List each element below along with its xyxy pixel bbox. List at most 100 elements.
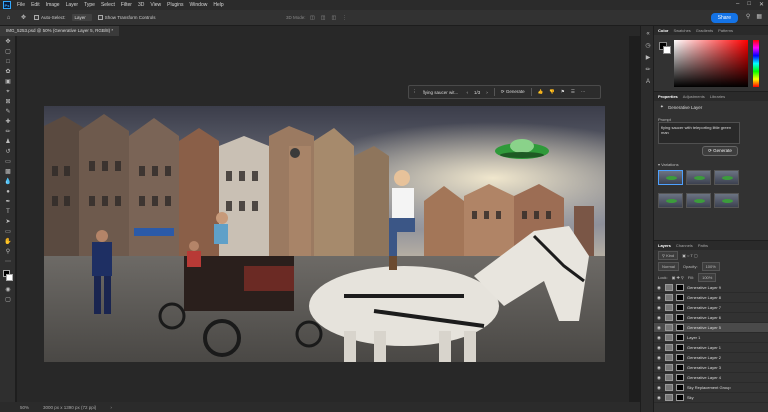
tab-properties[interactable]: Properties bbox=[658, 94, 678, 99]
menu-select[interactable]: Select bbox=[98, 2, 118, 8]
generate-button-panel[interactable]: ⟳ Generate bbox=[702, 146, 738, 156]
menu-help[interactable]: Help bbox=[210, 2, 226, 8]
variation-thumbnail[interactable] bbox=[686, 193, 711, 208]
layer-row[interactable]: ◉ Generative Layer 1 bbox=[654, 343, 768, 353]
visibility-eye-icon[interactable]: ◉ bbox=[657, 295, 662, 301]
visibility-eye-icon[interactable]: ◉ bbox=[657, 395, 662, 401]
layer-row[interactable]: ◉ Layer 1 bbox=[654, 333, 768, 343]
transform-controls-checkbox[interactable] bbox=[97, 15, 103, 20]
opacity-field[interactable]: 100% bbox=[701, 262, 720, 271]
type-tool-icon[interactable]: T bbox=[3, 208, 13, 216]
visibility-eye-icon[interactable]: ◉ bbox=[657, 305, 662, 311]
eraser-tool-icon[interactable]: ▭ bbox=[3, 158, 13, 166]
prompt-textarea[interactable]: flying saucer with teleporting little gr… bbox=[658, 122, 740, 144]
search-icon[interactable]: ⚲ bbox=[746, 13, 750, 20]
menu-edit[interactable]: Edit bbox=[28, 2, 43, 8]
shape-tool-icon[interactable]: ▭ bbox=[3, 228, 13, 236]
lock-icons[interactable]: ▣ ✚ ⚲ bbox=[672, 275, 684, 280]
kind-filter-dropdown[interactable]: ⚲ Kind bbox=[658, 251, 679, 260]
layer-row[interactable]: ◉ Sky Replacement Group bbox=[654, 383, 768, 393]
tab-layers[interactable]: Layers bbox=[658, 243, 671, 248]
move-tool-icon[interactable]: ✥ bbox=[3, 38, 13, 46]
layer-row[interactable]: ◉ Sky bbox=[654, 393, 768, 403]
history-brush-icon[interactable]: ↺ bbox=[3, 148, 13, 156]
align-left-icon[interactable]: ◫ bbox=[310, 15, 315, 21]
variation-thumbnail[interactable] bbox=[714, 170, 739, 185]
flag-icon[interactable]: ⚑ bbox=[561, 89, 565, 95]
visibility-eye-icon[interactable]: ◉ bbox=[657, 375, 662, 381]
tab-adjustments[interactable]: Adjustments bbox=[683, 94, 705, 99]
color-picker-field[interactable] bbox=[674, 40, 748, 87]
visibility-eye-icon[interactable]: ◉ bbox=[657, 325, 662, 331]
tab-paths[interactable]: Paths bbox=[698, 243, 708, 248]
marquee-tool-icon[interactable]: □ bbox=[3, 58, 13, 66]
visibility-eye-icon[interactable]: ◉ bbox=[657, 365, 662, 371]
menu-plugins[interactable]: Plugins bbox=[164, 2, 186, 8]
visibility-eye-icon[interactable]: ◉ bbox=[657, 355, 662, 361]
zoom-tool-icon[interactable]: ⚲ bbox=[3, 248, 13, 256]
thumbs-down-icon[interactable]: 👎 bbox=[549, 89, 555, 95]
share-button[interactable]: Share bbox=[710, 13, 738, 23]
prompt-field[interactable]: flying saucer wit... bbox=[423, 90, 461, 95]
gradient-tool-icon[interactable]: ▩ bbox=[3, 168, 13, 176]
frame-tool-icon[interactable]: ⊠ bbox=[3, 98, 13, 106]
settings-icon[interactable]: ☰ bbox=[571, 89, 575, 95]
move-tool-icon[interactable]: ✥ bbox=[19, 14, 28, 21]
variation-thumbnail[interactable] bbox=[686, 170, 711, 185]
workspace-icon[interactable]: ▦ bbox=[756, 13, 762, 20]
path-select-icon[interactable]: ➤ bbox=[3, 218, 13, 226]
layer-row[interactable]: ◉ Generative Layer 9 bbox=[654, 283, 768, 293]
eyedropper-tool-icon[interactable]: ✎ bbox=[3, 108, 13, 116]
screen-mode-icon[interactable]: ▢ bbox=[3, 296, 13, 304]
menu-file[interactable]: File bbox=[14, 2, 28, 8]
tab-patterns[interactable]: Patterns bbox=[718, 28, 733, 33]
variation-thumbnail[interactable] bbox=[714, 193, 739, 208]
color-swatches-tool[interactable] bbox=[0, 268, 15, 284]
previous-variation-icon[interactable]: ‹ bbox=[467, 90, 469, 95]
drag-handle-icon[interactable]: ⋮ bbox=[412, 89, 417, 95]
visibility-eye-icon[interactable]: ◉ bbox=[657, 385, 662, 391]
brushes-icon[interactable]: ✏ bbox=[644, 66, 652, 74]
next-variation-icon[interactable]: › bbox=[486, 90, 488, 95]
hue-slider[interactable] bbox=[753, 40, 759, 87]
layer-row[interactable]: ◉ Generative Layer 7 bbox=[654, 303, 768, 313]
pen-tool-icon[interactable]: ✒ bbox=[3, 198, 13, 206]
tab-gradients[interactable]: Gradients bbox=[696, 28, 713, 33]
generate-button[interactable]: ⟳ Generate bbox=[501, 89, 525, 95]
home-icon[interactable]: ⌂ bbox=[4, 14, 13, 21]
tab-libraries[interactable]: Libraries bbox=[710, 94, 725, 99]
variation-thumbnail[interactable] bbox=[658, 170, 683, 185]
expand-panels-icon[interactable]: « bbox=[644, 30, 652, 38]
auto-select-option[interactable]: Auto-Select: bbox=[34, 15, 66, 20]
visibility-eye-icon[interactable]: ◉ bbox=[657, 335, 662, 341]
crop-tool-icon[interactable]: ⌖ bbox=[3, 88, 13, 96]
background-color-swatch[interactable] bbox=[663, 46, 671, 54]
maximize-icon[interactable]: □ bbox=[747, 1, 751, 8]
lasso-tool-icon[interactable]: ✿ bbox=[3, 68, 13, 76]
brush-tool-icon[interactable]: ✏ bbox=[3, 128, 13, 136]
background-swatch[interactable] bbox=[6, 274, 13, 281]
align-center-icon[interactable]: ◫ bbox=[321, 15, 326, 21]
more-options-icon[interactable]: ⋯ bbox=[581, 89, 586, 95]
transform-controls-option[interactable]: Show Transform Controls bbox=[97, 15, 156, 20]
visibility-eye-icon[interactable]: ◉ bbox=[657, 345, 662, 351]
menu-window[interactable]: Window bbox=[187, 2, 211, 8]
character-icon[interactable]: A bbox=[644, 78, 652, 86]
visibility-eye-icon[interactable]: ◉ bbox=[657, 315, 662, 321]
menu-image[interactable]: Image bbox=[43, 2, 63, 8]
layer-row[interactable]: ◉ Generative Layer 8 bbox=[654, 293, 768, 303]
chevron-down-icon[interactable]: ▾ bbox=[658, 162, 660, 167]
layer-row[interactable]: ◉ Generative Layer 2 bbox=[654, 353, 768, 363]
hand-tool-icon[interactable]: ✋ bbox=[3, 238, 13, 246]
blend-mode-dropdown[interactable]: Normal bbox=[658, 262, 679, 271]
layer-row[interactable]: ◉ Generative Layer 4 bbox=[654, 373, 768, 383]
auto-select-checkbox[interactable] bbox=[34, 15, 39, 20]
blur-tool-icon[interactable]: 💧 bbox=[3, 178, 13, 186]
fill-field[interactable]: 100% bbox=[698, 273, 717, 282]
menu-layer[interactable]: Layer bbox=[63, 2, 82, 8]
close-icon[interactable]: ✕ bbox=[759, 1, 764, 8]
menu-3d[interactable]: 3D bbox=[135, 2, 147, 8]
history-icon[interactable]: ◷ bbox=[644, 42, 652, 50]
actions-icon[interactable]: ▶ bbox=[644, 54, 652, 62]
menu-type[interactable]: Type bbox=[81, 2, 98, 8]
